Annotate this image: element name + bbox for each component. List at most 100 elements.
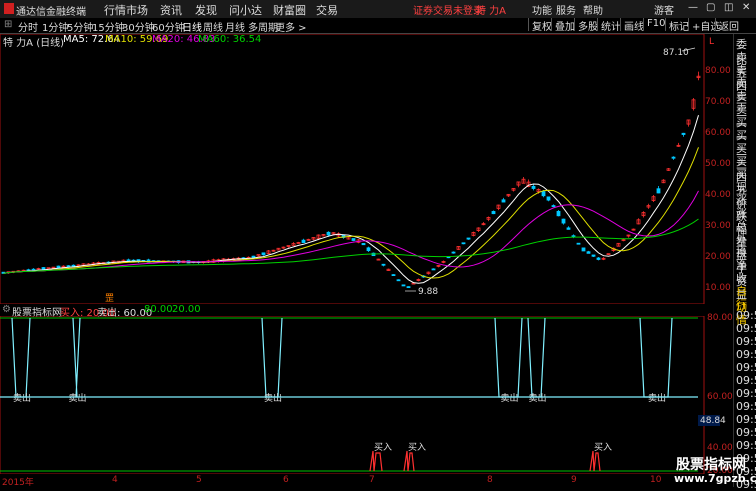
mark-button[interactable]: 标记 — [665, 18, 689, 33]
indicator-line-20: 20.00 — [172, 304, 201, 315]
low-price-label: 9.88 — [418, 287, 438, 297]
tab-1min[interactable]: 1分钟 — [42, 19, 68, 34]
menu-item-wenxiaoda[interactable]: 问小达 — [229, 2, 262, 18]
maximize-icon[interactable]: ▢ — [706, 2, 715, 13]
menu-item-caifuquan[interactable]: 财富圈 — [273, 2, 306, 18]
sell-signal-line — [639, 317, 673, 398]
tab-60min[interactable]: 60分钟 — [152, 19, 185, 34]
stock-title: 特 力A — [476, 6, 507, 17]
x-label-6: 6 — [283, 475, 289, 485]
candle-body — [546, 196, 551, 201]
menu-item-zixun[interactable]: 资讯 — [160, 2, 182, 18]
close-icon[interactable]: ✕ — [742, 2, 750, 13]
tab-30min[interactable]: 30分钟 — [122, 19, 155, 34]
candle-body — [461, 242, 466, 245]
y-tick-60: 60.00 — [705, 128, 731, 138]
buy-signal-line — [589, 450, 601, 472]
fuquan-button[interactable]: 复权 — [528, 18, 552, 33]
tab-monthly[interactable]: 月线 — [225, 19, 245, 34]
f10-button[interactable]: F10 — [643, 18, 665, 31]
y-tick-80: 80.00 — [705, 66, 731, 76]
candle-body — [66, 265, 71, 268]
quote-panel-label: 09:52 — [736, 374, 756, 387]
menu-item-faxian[interactable]: 发现 — [195, 2, 217, 18]
menu-item-shichang[interactable]: 市场 — [126, 2, 148, 18]
ma60-line — [3, 218, 699, 274]
tab-more[interactable]: 更多 > — [275, 19, 307, 34]
sell-signal-line — [494, 317, 523, 398]
menu-item-jiaoyi[interactable]: 交易 — [316, 2, 338, 18]
y-tick-70: 70.00 — [705, 97, 731, 107]
buy-signal-group: 买入 买入 买入 — [369, 442, 612, 472]
draw-line-button[interactable]: 画线 — [620, 18, 644, 33]
flag-l: L — [709, 37, 715, 47]
y-tick-50: 50.00 — [705, 159, 731, 169]
x-label-5: 5 — [196, 475, 202, 485]
restore-icon[interactable]: ◫ — [724, 2, 733, 13]
tab-multi-period[interactable]: 多周期 — [248, 19, 278, 34]
x-label-10: 10 — [650, 475, 662, 485]
y-tick-20: 20.00 — [705, 252, 731, 262]
overlay-button[interactable]: 叠加 — [551, 18, 575, 33]
y-tick-10: 10.00 — [705, 283, 731, 293]
indicator-chart[interactable]: 卖出 卖出 卖出 卖出 卖出 卖出 买入 买入 买入 48.84 — [0, 316, 733, 474]
tab-daily[interactable]: 日线 — [182, 19, 202, 34]
candle-body — [551, 205, 556, 207]
tab-5min[interactable]: 5分钟 — [67, 19, 93, 34]
candle-body — [431, 268, 436, 271]
sell-signal-line — [527, 317, 546, 398]
candle-body — [531, 185, 536, 189]
candle-body — [251, 255, 256, 259]
trade-login-status[interactable]: 证券交易未登录 — [413, 2, 483, 17]
ind-y-60: 60.00 — [707, 392, 733, 402]
grid-icon[interactable]: ⊞ — [4, 19, 12, 30]
candle-body — [326, 231, 331, 236]
menu-fuwu[interactable]: 服务 — [556, 2, 576, 17]
candle-body — [581, 247, 586, 252]
candle-body — [561, 218, 566, 224]
x-label-2015: 2015年 — [2, 478, 34, 488]
quote-panel-label: 09:53 — [736, 400, 756, 413]
user-guest[interactable]: 游客 — [654, 2, 674, 17]
candle-body — [591, 254, 596, 257]
candle-body — [566, 227, 571, 230]
x-label-4: 4 — [112, 475, 118, 485]
quote-panel-label: 09:52 — [736, 335, 756, 348]
candlestick-chart[interactable]: 87.10 9.88 — [0, 34, 733, 304]
menu-bar: 通达信金融终端 行情 市场 资讯 发现 问小达 财富圈 交易 证券交易未登录 特… — [0, 0, 756, 19]
sell-signal-label: 卖出 — [648, 392, 666, 404]
candle-body — [351, 238, 356, 241]
stats-button[interactable]: 统计 — [597, 18, 621, 33]
multi-stock-button[interactable]: 多股 — [574, 18, 598, 33]
menu-gongneng[interactable]: 功能 — [532, 2, 552, 17]
sell-signal-label: 卖出 — [501, 392, 519, 404]
candle-body — [556, 210, 561, 217]
candle-body — [301, 239, 306, 244]
period-toolbar: ⊞ 分时 1分钟 5分钟 15分钟 30分钟 60分钟 日线 周线 月线 多周期… — [0, 18, 756, 34]
candle-body — [401, 284, 406, 287]
quote-panel-label: 09:53 — [736, 426, 756, 439]
candle-body — [391, 274, 396, 277]
back-button[interactable]: 返回 — [715, 18, 739, 33]
settings-icon[interactable]: ⚙ — [2, 304, 11, 315]
y-tick-40: 40.00 — [705, 190, 731, 200]
candle-body — [571, 235, 576, 238]
sell-signal-label: 卖出 — [529, 392, 547, 404]
tab-15min[interactable]: 15分钟 — [92, 19, 125, 34]
candle-body — [681, 132, 686, 135]
high-price-label: 87.10 — [663, 48, 689, 58]
sell-signal-line — [11, 317, 31, 398]
tab-fenshi[interactable]: 分时 — [18, 19, 38, 34]
candle-body — [491, 211, 496, 215]
quote-panel-label: 09:52 — [736, 387, 756, 400]
candle-body — [501, 199, 506, 203]
menu-item-hangqing[interactable]: 行情 — [104, 2, 126, 18]
candle-body — [656, 188, 661, 194]
buy-signal-line — [403, 450, 415, 472]
minimize-icon[interactable]: — — [688, 2, 698, 13]
menu-bangzhu[interactable]: 帮助 — [583, 2, 603, 17]
ind-y-80: 80.00 — [707, 313, 733, 323]
ind-y-40: 40.00 — [707, 443, 733, 453]
tab-weekly[interactable]: 周线 — [203, 19, 223, 34]
app-logo-icon — [4, 3, 14, 14]
